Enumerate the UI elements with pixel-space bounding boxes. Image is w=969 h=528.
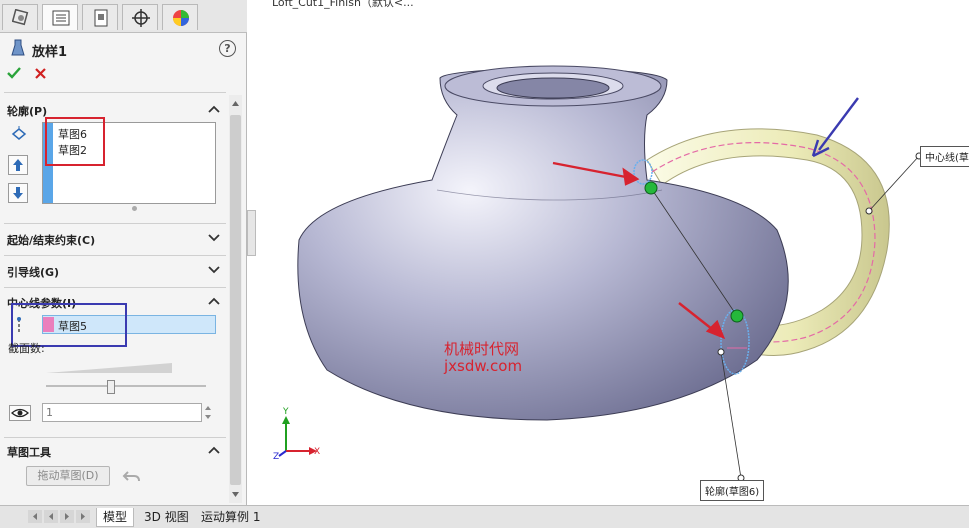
feature-title: 放样1 [32,45,68,60]
arrow-up-icon [13,159,23,171]
chevron-up-icon[interactable] [208,104,220,114]
tab-feature-manager[interactable] [2,4,38,30]
tab-property-manager[interactable] [42,4,78,30]
chevron-down-icon[interactable] [208,233,220,243]
move-down-button[interactable] [8,183,28,203]
tab-model[interactable]: 模型 [96,508,135,527]
slider-thumb[interactable] [107,380,115,394]
watermark-text: 机械时代网 [444,340,520,358]
loft-icon [11,39,25,56]
scroll-up-icon[interactable] [231,99,240,107]
triad-y-label: Y [283,407,289,417]
eye-icon[interactable] [9,405,31,421]
red-highlight-box [45,117,105,166]
tab-scroll-arrows-icon[interactable] [28,510,90,523]
spin-arrows-icon[interactable] [202,403,214,422]
move-up-button[interactable] [8,155,28,175]
triad-z-label: Z [273,452,280,462]
triad-x-label: X [314,447,321,457]
bottom-tab-bar: 模型 3D 视图 运动算例 1 [0,505,969,528]
chevron-up-icon[interactable] [208,296,220,306]
section-sketch-tools-title: 草图工具 [7,446,51,459]
arrow-down-icon [13,187,23,199]
centerline-callout[interactable]: 中心线(草 [920,146,969,167]
resize-handle[interactable] [132,206,137,211]
panel-scrollbar[interactable] [229,95,242,503]
density-wedge [46,363,172,373]
section-guides-title: 引导线(G) [7,266,60,279]
graphics-viewport[interactable]: Loft_Cut1_Finish（默认<... Y X Z 中心线(草 轮廓(草… [247,0,969,505]
tab-configuration-manager[interactable] [82,4,118,30]
profile-icon [11,126,27,140]
scroll-down-icon[interactable] [231,491,240,499]
tab-motion-study[interactable]: 运动算例 1 [195,508,266,526]
profile-callout[interactable]: 轮廓(草图6) [700,480,765,501]
tab-dimxpert-manager[interactable] [122,4,158,30]
property-manager: 放样1 ? 轮廓(P) 草图6 草图2 起始/结束约束(C) 引导线(G) 中心… [0,0,247,527]
feature-header: 放样1 ? [0,33,246,91]
scrollbar-thumb[interactable] [230,115,241,485]
section-profiles-title: 轮廓(P) [7,105,48,118]
undo-icon[interactable] [122,467,142,485]
chevron-down-icon[interactable] [208,265,220,275]
tab-display-manager[interactable] [162,4,198,30]
teapot-model [278,65,923,482]
section-start-end-title: 起始/结束约束(C) [7,234,96,247]
tab-3d-view[interactable]: 3D 视图 [138,508,195,526]
watermark-url: jxsdw.com [444,357,523,375]
ok-check-icon[interactable] [7,67,21,79]
drag-sketch-button[interactable]: 拖动草图(D) [26,466,110,486]
sections-count-label: 截面数: [8,342,45,355]
help-icon[interactable]: ? [219,40,236,57]
sections-count-input[interactable]: 1 [42,403,202,422]
chevron-up-icon[interactable] [208,445,220,455]
manager-tabs [0,0,247,33]
cancel-x-icon[interactable] [35,68,46,79]
slider-track[interactable] [46,385,206,387]
